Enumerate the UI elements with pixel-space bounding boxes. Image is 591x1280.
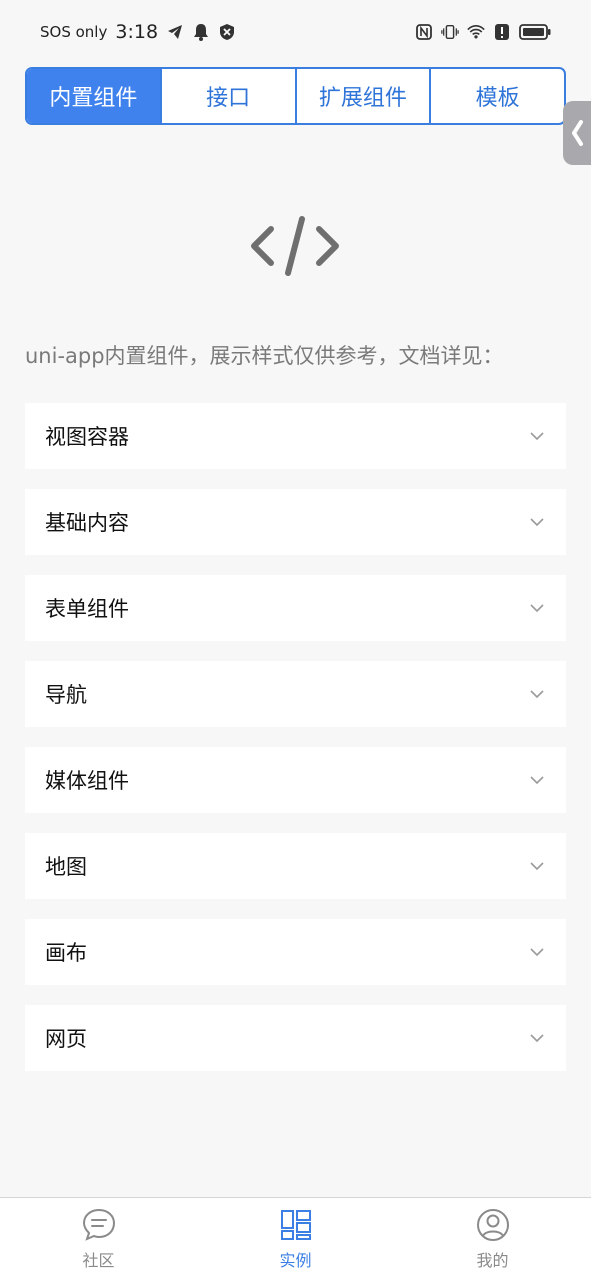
nav-label: 社区 [82,1251,115,1270]
chevron-down-icon [530,432,544,441]
alert-icon [493,23,511,41]
nav-profile[interactable]: 我的 [433,1207,553,1271]
chevron-down-icon [530,604,544,613]
chevron-down-icon [530,1034,544,1043]
nav-label: 我的 [476,1251,509,1270]
list-item-label: 网页 [45,1027,87,1051]
side-drawer-handle[interactable] [563,101,591,165]
vibrate-icon [441,23,459,41]
list-item-label: 地图 [45,855,87,879]
list-item-label: 表单组件 [45,597,129,621]
code-logo-icon [251,216,339,276]
list-item-web-view[interactable]: 网页 [25,1005,566,1071]
list-item-basic-content[interactable]: 基础内容 [25,489,566,555]
chevron-down-icon [530,518,544,527]
status-left: SOS only 3:18 [40,21,236,43]
intro-text: uni-app内置组件，展示样式仅供参考，文档详见： [25,344,504,368]
status-right [415,23,551,41]
tab-extended-components[interactable]: 扩展组件 [294,69,430,123]
chevron-down-icon [530,776,544,785]
list-item-canvas[interactable]: 画布 [25,919,566,985]
list-item-view-container[interactable]: 视图容器 [25,403,566,469]
list-item-label: 媒体组件 [45,769,129,793]
grid-icon [280,1210,311,1240]
carrier-text: SOS only [40,23,108,41]
list-item-label: 导航 [45,683,87,707]
status-bar: SOS only 3:18 [0,0,591,64]
wifi-icon [467,23,485,41]
bell-icon [192,23,210,41]
nav-community[interactable]: 社区 [39,1207,159,1271]
list-item-label: 画布 [45,941,87,965]
list-item-navigation[interactable]: 导航 [25,661,566,727]
list-item-form-components[interactable]: 表单组件 [25,575,566,641]
vpn-blocked-icon [218,23,236,41]
list-item-label: 视图容器 [45,425,129,449]
chevron-down-icon [530,862,544,871]
chat-icon [82,1208,115,1241]
tab-builtin-components[interactable]: 内置组件 [27,69,160,123]
segmented-tabs: 内置组件 接口 扩展组件 模板 [25,67,566,125]
user-icon [476,1209,509,1241]
tab-templates[interactable]: 模板 [429,69,564,123]
page: SOS only 3:18 内置组件 接口 扩展组件 模板 uni-app内置组… [0,0,591,1280]
component-category-list: 视图容器 基础内容 表单组件 导航 媒体组件 地图 画布 网页 [25,403,566,1091]
list-item-media-components[interactable]: 媒体组件 [25,747,566,813]
telegram-icon [166,23,184,41]
chevron-down-icon [530,690,544,699]
clock: 3:18 [115,21,159,43]
list-item-map[interactable]: 地图 [25,833,566,899]
nfc-icon [415,23,433,41]
nav-examples[interactable]: 实例 [236,1207,356,1271]
battery-icon [519,23,551,41]
chevron-left-icon [572,120,583,146]
chevron-down-icon [530,948,544,957]
nav-label: 实例 [279,1251,312,1270]
tab-api[interactable]: 接口 [159,69,295,123]
bottom-nav: 社区 实例 我的 [0,1197,591,1280]
list-item-label: 基础内容 [45,511,129,535]
